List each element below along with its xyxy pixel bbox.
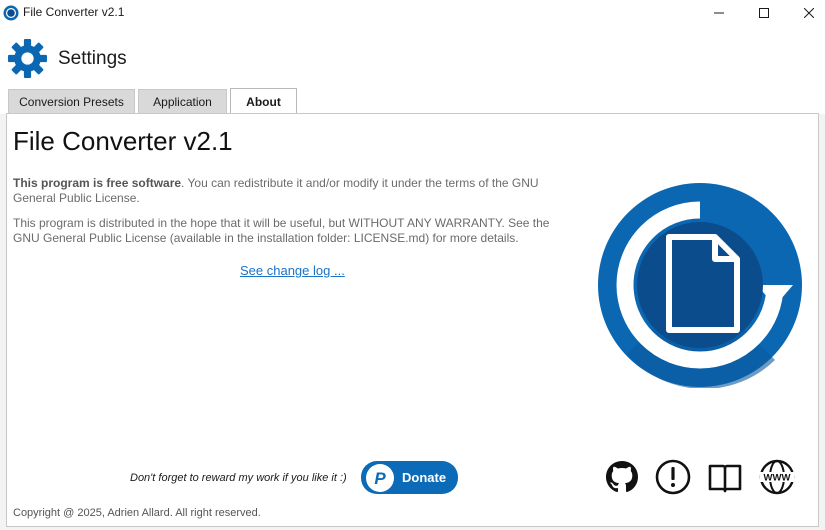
changelog-link[interactable]: See change log ...: [240, 263, 345, 278]
website-icon[interactable]: WWW: [759, 459, 795, 495]
tab-application[interactable]: Application: [138, 89, 227, 114]
about-title: File Converter v2.1: [13, 126, 233, 156]
gear-icon: [8, 39, 47, 78]
donate-label: Donate: [402, 470, 447, 485]
free-software-bold: This program is free software: [13, 176, 182, 190]
donate-button[interactable]: P Donate: [361, 461, 458, 494]
warranty-paragraph: This program is distributed in the hope …: [13, 216, 550, 245]
paypal-icon: P: [366, 463, 394, 492]
close-icon: [804, 8, 814, 18]
issue-icon[interactable]: [655, 459, 691, 495]
tab-conversion-presets[interactable]: Conversion Presets: [8, 89, 135, 114]
maximize-icon: [759, 8, 769, 18]
page-title: Settings: [58, 48, 127, 69]
minimize-icon: [714, 12, 724, 14]
settings-header: Settings: [0, 26, 825, 88]
close-button[interactable]: [787, 0, 825, 26]
about-panel: File Converter v2.1 This program is free…: [6, 113, 819, 527]
minimize-button[interactable]: [697, 0, 741, 26]
tab-about[interactable]: About: [230, 88, 297, 114]
svg-text:WWW: WWW: [764, 473, 791, 484]
title-bar: File Converter v2.1: [0, 0, 825, 26]
svg-text:P: P: [374, 469, 386, 488]
file-converter-logo-icon: [598, 183, 802, 388]
github-icon[interactable]: [604, 459, 640, 495]
app-logo-icon: [3, 5, 19, 21]
maximize-button[interactable]: [742, 0, 786, 26]
window-title: File Converter v2.1: [23, 5, 125, 19]
license-paragraph: This program is free software. You can r…: [13, 176, 563, 206]
tab-strip: Conversion Presets Application About: [0, 88, 825, 114]
copyright-text: Copyright @ 2025, Adrien Allard. All rig…: [13, 507, 261, 519]
reward-text: Don't forget to reward my work if you li…: [130, 472, 347, 484]
documentation-icon[interactable]: [707, 459, 743, 495]
